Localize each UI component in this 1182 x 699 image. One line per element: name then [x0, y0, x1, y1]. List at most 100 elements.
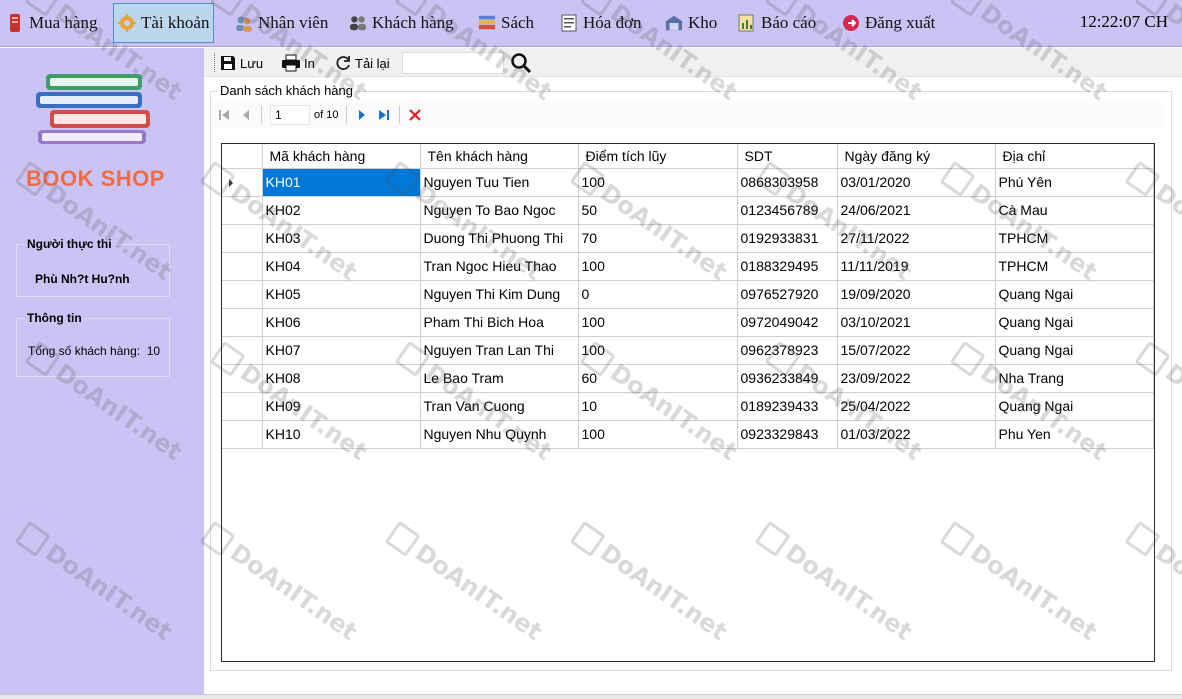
column-header[interactable]: Ngày đăng ký	[837, 144, 996, 169]
table-cell[interactable]: 11/11/2019	[837, 252, 996, 281]
table-cell[interactable]: KH06	[262, 308, 421, 337]
table-cell[interactable]: Le Bao Tram	[420, 364, 579, 393]
table-cell[interactable]: Nguyen Nhu Quynh	[420, 420, 579, 449]
move-previous-button[interactable]	[235, 104, 257, 126]
table-cell[interactable]: Nguyen To Bao Ngoc	[420, 196, 579, 225]
table-cell[interactable]: 100	[578, 308, 738, 337]
print-button[interactable]: In	[281, 52, 315, 74]
table-cell[interactable]: KH10	[262, 420, 421, 449]
table-cell[interactable]: Nguyen Tran Lan Thi	[420, 336, 579, 365]
column-header[interactable]: Mã khách hàng	[262, 144, 421, 169]
delete-button[interactable]	[404, 104, 426, 126]
table-cell[interactable]: KH05	[262, 280, 421, 309]
move-next-button[interactable]	[351, 104, 373, 126]
table-cell[interactable]: KH04	[262, 252, 421, 281]
table-cell[interactable]: Duong Thi Phuong Thi	[420, 224, 579, 253]
table-cell[interactable]: 27/11/2022	[837, 224, 996, 253]
table-cell[interactable]: 0189239433	[737, 392, 838, 421]
table-cell[interactable]: KH09	[262, 392, 421, 421]
menu-mua-hang[interactable]: Mua hàng	[2, 3, 101, 43]
table-cell[interactable]: TPHCM	[995, 252, 1154, 281]
table-row[interactable]: KH07 Nguyen Tran Lan Thi 100 0962378923 15/0…	[222, 336, 1154, 365]
table-cell[interactable]: Phú Yên	[995, 168, 1154, 197]
table-cell[interactable]: KH07	[262, 336, 421, 365]
table-cell[interactable]: Quang Ngai	[995, 392, 1154, 421]
customer-grid[interactable]: Mã khách hàng Tên khách hàng Điểm tích l…	[221, 143, 1155, 662]
table-cell[interactable]: 0923329843	[737, 420, 838, 449]
table-cell[interactable]: Tran Ngoc Hieu Thao	[420, 252, 579, 281]
menu-dang-xuat[interactable]: Đăng xuất	[838, 3, 939, 43]
row-header[interactable]	[222, 336, 263, 365]
table-cell[interactable]: 0123456789	[737, 196, 838, 225]
save-button[interactable]: Lưu	[219, 52, 263, 74]
table-cell[interactable]: Quang Ngai	[995, 308, 1154, 337]
table-cell[interactable]: 0188329495	[737, 252, 838, 281]
table-row[interactable]: KH01 Nguyen Tuu Tien 100 0868303958 03/01/20…	[222, 168, 1154, 197]
table-row[interactable]: KH09 Tran Van Cuong 10 0189239433 25/04/2022…	[222, 392, 1154, 421]
table-cell[interactable]: KH03	[262, 224, 421, 253]
menu-kho[interactable]: Kho	[661, 3, 721, 43]
row-header[interactable]	[222, 308, 263, 337]
row-header[interactable]	[222, 280, 263, 309]
table-cell[interactable]: Phu Yen	[995, 420, 1154, 449]
menu-hoa-don[interactable]: Hóa đơn	[556, 3, 646, 43]
table-cell[interactable]: Nguyen Tuu Tien	[420, 168, 579, 197]
menu-bao-cao[interactable]: Báo cáo	[734, 3, 820, 43]
table-cell[interactable]: Pham Thi Bich Hoa	[420, 308, 579, 337]
row-header[interactable]	[222, 420, 263, 449]
row-header[interactable]	[222, 196, 263, 225]
position-input[interactable]: 1	[270, 105, 310, 125]
move-last-button[interactable]	[373, 104, 395, 126]
table-cell[interactable]: 10	[578, 392, 738, 421]
table-cell[interactable]: 19/09/2020	[837, 280, 996, 309]
table-cell[interactable]: TPHCM	[995, 224, 1154, 253]
table-cell[interactable]: 100	[578, 168, 738, 197]
table-cell[interactable]: 24/06/2021	[837, 196, 996, 225]
table-cell[interactable]: Cà Mau	[995, 196, 1154, 225]
menu-khach-hang[interactable]: Khách hàng	[345, 3, 458, 43]
column-header[interactable]: Điểm tích lũy	[578, 144, 738, 169]
table-cell[interactable]: Tran Van Cuong	[420, 392, 579, 421]
column-header[interactable]: Tên khách hàng	[420, 144, 579, 169]
table-cell[interactable]: 60	[578, 364, 738, 393]
table-cell[interactable]: 50	[578, 196, 738, 225]
column-header[interactable]: Địa chỉ	[995, 144, 1154, 169]
table-cell[interactable]: 70	[578, 224, 738, 253]
reload-button[interactable]: Tải lại	[334, 52, 390, 74]
row-header[interactable]	[222, 364, 263, 393]
table-row[interactable]: KH10 Nguyen Nhu Quynh 100 0923329843 01/03/2…	[222, 420, 1154, 449]
table-cell[interactable]: Nha Trang	[995, 364, 1154, 393]
table-cell[interactable]: 25/04/2022	[837, 392, 996, 421]
table-cell[interactable]: 0868303958	[737, 168, 838, 197]
table-cell[interactable]: KH02	[262, 196, 421, 225]
table-row[interactable]: KH05 Nguyen Thi Kim Dung 0 0976527920 19/09/…	[222, 280, 1154, 309]
column-header[interactable]: SDT	[737, 144, 838, 169]
table-cell[interactable]: 0976527920	[737, 280, 838, 309]
row-header[interactable]	[222, 392, 263, 421]
table-cell[interactable]: 0	[578, 280, 738, 309]
table-cell[interactable]: 100	[578, 336, 738, 365]
table-row[interactable]: KH08 Le Bao Tram 60 0936233849 23/09/2022 Nha…	[222, 364, 1154, 393]
table-cell[interactable]: 0192933831	[737, 224, 838, 253]
table-cell[interactable]: 100	[578, 420, 738, 449]
search-icon[interactable]	[509, 51, 533, 75]
table-cell[interactable]: 100	[578, 252, 738, 281]
table-cell[interactable]: Quang Ngai	[995, 280, 1154, 309]
table-cell[interactable]: 03/10/2021	[837, 308, 996, 337]
search-input[interactable]	[402, 52, 504, 74]
table-cell[interactable]: 15/07/2022	[837, 336, 996, 365]
table-cell[interactable]: 0936233849	[737, 364, 838, 393]
table-row[interactable]: KH02 Nguyen To Bao Ngoc 50 0123456789 24/06/…	[222, 196, 1154, 225]
table-cell[interactable]: 01/03/2022	[837, 420, 996, 449]
row-header[interactable]	[222, 224, 263, 253]
table-cell[interactable]: 03/01/2020	[837, 168, 996, 197]
menu-tai-khoan[interactable]: Tài khoản	[113, 3, 215, 43]
menu-sach[interactable]: Sách	[474, 3, 538, 43]
table-cell[interactable]: KH01	[262, 168, 421, 197]
table-row[interactable]: KH04 Tran Ngoc Hieu Thao 100 0188329495 11/1…	[222, 252, 1154, 281]
toolbar-grip[interactable]	[214, 53, 216, 72]
table-cell[interactable]: Quang Ngai	[995, 336, 1154, 365]
table-cell[interactable]: 23/09/2022	[837, 364, 996, 393]
table-cell[interactable]: KH08	[262, 364, 421, 393]
table-cell[interactable]: 0962378923	[737, 336, 838, 365]
